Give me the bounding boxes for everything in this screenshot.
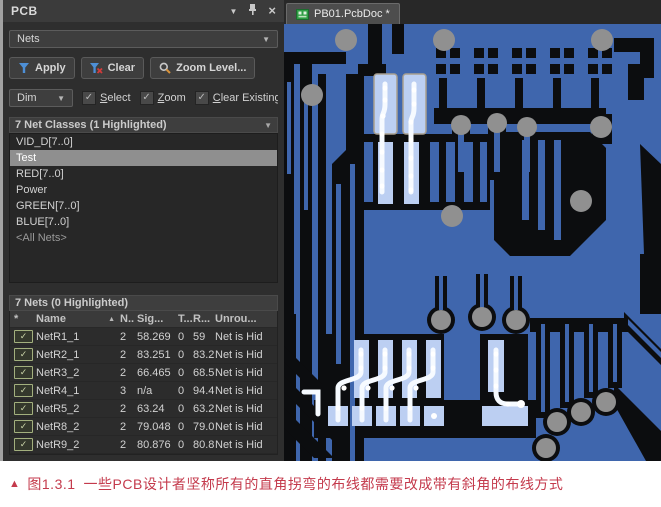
chevron-down-icon: ▼ xyxy=(262,35,270,44)
net-class-item[interactable]: Power xyxy=(10,182,277,198)
panel-title: PCB xyxy=(11,4,38,18)
panel-menu-arrow-icon[interactable]: ▼ xyxy=(229,7,237,16)
caption-figure-number: 图1.3.1 xyxy=(27,474,75,494)
net-name: NetR2_1 xyxy=(36,349,120,361)
net-name: NetR8_2 xyxy=(36,421,120,433)
workspace: PCB ▼ × Nets ▼ Apply xyxy=(0,0,661,461)
net-class-item[interactable]: VID_D[7..0] xyxy=(10,134,277,150)
table-row[interactable]: ✓ NetR4_1 3 n/a 0 94.4 Net is Hid xyxy=(10,382,277,400)
dim-value: Dim xyxy=(17,92,37,104)
panel-titlebar-icons: ▼ × xyxy=(229,2,276,20)
col-select[interactable]: * xyxy=(10,313,36,325)
net-classes-list: VID_D[7..0] Test RED[7..0] Power GREEN[7… xyxy=(9,133,278,283)
chevron-down-icon: ▼ xyxy=(264,121,272,130)
panel-mode-value: Nets xyxy=(17,33,40,45)
row-checkbox[interactable]: ✓ xyxy=(14,420,33,433)
table-row[interactable]: ✓ NetR5_2 2 63.24 0 63.2 Net is Hid xyxy=(10,400,277,418)
checkbox-check-icon: ✓ xyxy=(140,91,154,105)
panel-mode-dropdown[interactable]: Nets ▼ xyxy=(9,30,278,48)
caption-text: 一些PCB设计者坚称所有的直角拐弯的布线都需要改成带有斜角的布线方式 xyxy=(84,474,564,494)
table-row[interactable]: ✓ NetR9_2 2 80.876 0 80.8 Net is Hid xyxy=(10,436,277,454)
row-checkbox[interactable]: ✓ xyxy=(14,366,33,379)
col-unrouted[interactable]: Unrou... xyxy=(215,313,277,325)
pcb-panel: PCB ▼ × Nets ▼ Apply xyxy=(0,0,284,461)
tab-pb01-pcbdoc[interactable]: PB01.PcbDoc * xyxy=(286,3,400,24)
row-checkbox[interactable]: ✓ xyxy=(14,348,33,361)
net-name: NetR9_2 xyxy=(36,439,120,451)
table-row[interactable]: ✓ NetR3_2 2 66.465 0 68.5 Net is Hid xyxy=(10,364,277,382)
row-checkbox[interactable]: ✓ xyxy=(14,438,33,451)
select-checkbox[interactable]: ✓ Select xyxy=(82,91,131,105)
close-icon[interactable]: × xyxy=(268,6,276,16)
row-checkbox[interactable]: ✓ xyxy=(14,402,33,415)
row-checkbox[interactable]: ✓ xyxy=(14,330,33,343)
col-name[interactable]: Name ▲ xyxy=(36,313,120,325)
net-class-item-selected[interactable]: Test xyxy=(10,150,277,166)
checkbox-check-icon: ✓ xyxy=(195,91,209,105)
apply-button[interactable]: Apply xyxy=(9,57,75,79)
zoom-checkbox[interactable]: ✓ Zoom xyxy=(140,91,186,105)
pcb-canvas-wrap xyxy=(284,24,661,461)
pcb-canvas[interactable] xyxy=(284,24,661,461)
table-row[interactable]: ✓ NetR2_1 2 83.251 0 83.2 Net is Hid xyxy=(10,346,277,364)
table-row[interactable]: ✓ NetR1_1 2 58.269 0 59 Net is Hid xyxy=(10,328,277,346)
nets-table-header[interactable]: * Name ▲ N.. Sig... T... R... Unrou... xyxy=(10,311,277,328)
highlight-options-row: Dim ▼ ✓ Select ✓ Zoom ✓ Clear Existing xyxy=(9,89,278,107)
panel-body: Nets ▼ Apply Clear Zoom Level... xyxy=(3,22,284,461)
figure-caption: ▲ 图1.3.1 一些PCB设计者坚称所有的直角拐弯的布线都需要改成带有斜角的布… xyxy=(0,461,661,507)
dim-dropdown[interactable]: Dim ▼ xyxy=(9,89,73,107)
clear-filter-icon xyxy=(90,62,103,74)
document-tabbar: PB01.PcbDoc * xyxy=(284,0,661,24)
row-checkbox[interactable]: ✓ xyxy=(14,384,33,397)
nets-table: * Name ▲ N.. Sig... T... R... Unrou... ✓ xyxy=(9,311,278,455)
net-classes-header[interactable]: 7 Net Classes (1 Highlighted) ▼ xyxy=(9,117,278,133)
pin-icon[interactable] xyxy=(248,2,257,20)
clear-button[interactable]: Clear xyxy=(81,57,145,79)
net-name: NetR1_1 xyxy=(36,331,120,343)
table-row[interactable]: ✓ NetR8_2 2 79.048 0 79.0 Net is Hid xyxy=(10,418,277,436)
chevron-down-icon: ▼ xyxy=(57,94,65,103)
col-routed[interactable]: R... xyxy=(193,313,215,325)
caption-triangle-icon: ▲ xyxy=(9,478,20,490)
panel-titlebar: PCB ▼ × xyxy=(3,0,284,22)
magnifier-icon xyxy=(159,62,171,74)
pcb-editor: PB01.PcbDoc * xyxy=(284,0,661,461)
net-name: NetR4_1 xyxy=(36,385,120,397)
pcb-document-icon xyxy=(296,9,309,20)
sort-asc-icon: ▲ xyxy=(108,316,115,323)
clear-existing-checkbox[interactable]: ✓ Clear Existing xyxy=(195,91,278,105)
net-class-item[interactable]: GREEN[7..0] xyxy=(10,198,277,214)
checkbox-check-icon: ✓ xyxy=(82,91,96,105)
net-class-item[interactable]: RED[7..0] xyxy=(10,166,277,182)
filter-buttons: Apply Clear Zoom Level... xyxy=(9,57,278,79)
screenshot-root: PCB ▼ × Nets ▼ Apply xyxy=(0,0,661,507)
tab-title: PB01.PcbDoc * xyxy=(314,8,390,20)
net-name: NetR5_2 xyxy=(36,403,120,415)
col-t[interactable]: T... xyxy=(178,313,193,325)
nets-header[interactable]: 7 Nets (0 Highlighted) xyxy=(9,295,278,311)
zoom-level-button[interactable]: Zoom Level... xyxy=(150,57,255,79)
col-nodes[interactable]: N.. xyxy=(120,313,137,325)
col-signal[interactable]: Sig... xyxy=(137,313,178,325)
net-name: NetR3_2 xyxy=(36,367,120,379)
net-class-item[interactable]: BLUE[7..0] xyxy=(10,214,277,230)
apply-filter-icon xyxy=(18,62,30,74)
net-class-item-all-nets[interactable]: <All Nets> xyxy=(10,230,277,246)
